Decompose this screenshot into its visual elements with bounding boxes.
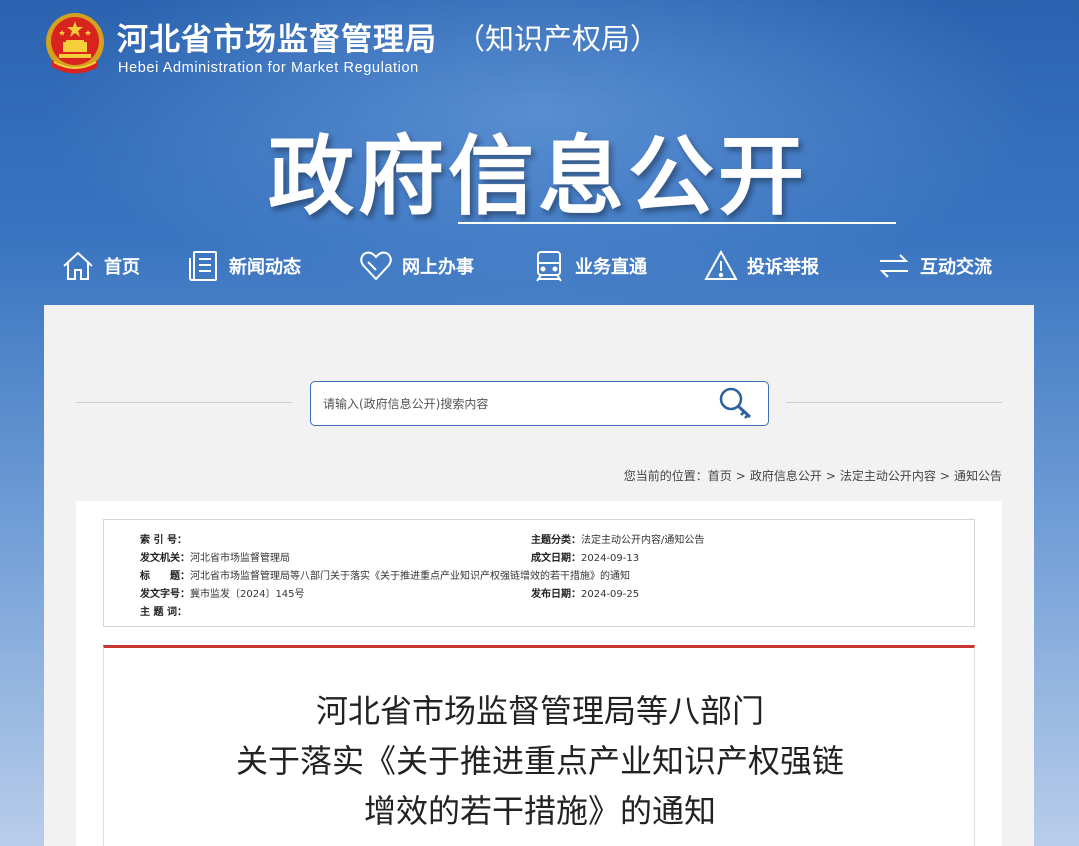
article-card: 索 引 号： 发文机关：河北省市场监督管理局 标 题：河北省市场监督管理局等八部… xyxy=(76,501,1002,846)
meta-issuer: 发文机关：河北省市场监督管理局 xyxy=(140,549,290,564)
banner-title: 政府信息公开 xyxy=(268,127,808,227)
search-box xyxy=(310,381,769,426)
document-body: 河北省市场监督管理局等八部门 关于落实《关于推进重点产业知识产权强链 增效的若干… xyxy=(103,645,975,846)
meta-value: 河北省市场监督管理局 xyxy=(190,553,290,564)
document-title: 河北省市场监督管理局等八部门 关于落实《关于推进重点产业知识产权强链 增效的若干… xyxy=(104,686,976,836)
meta-label: 主题分类： xyxy=(531,535,581,546)
meta-value: 2024-09-13 xyxy=(581,553,640,564)
nav-item-business[interactable]: 业务直通 xyxy=(531,238,647,294)
divider xyxy=(76,402,292,403)
site-title: 河北省市场监督管理局 xyxy=(117,22,437,58)
meta-title: 标 题：河北省市场监督管理局等八部门关于落实《关于推进重点产业知识产权强链增效的… xyxy=(140,567,630,582)
breadcrumb-item-notices[interactable]: 通知公告 xyxy=(954,469,1002,483)
meta-value: 2024-09-25 xyxy=(581,589,640,600)
meta-value: 冀市监发〔2024〕145号 xyxy=(190,589,305,600)
key-search-icon xyxy=(719,387,752,419)
meta-value: 法定主动公开内容/通知公告 xyxy=(581,535,705,546)
meta-label: 发文机关： xyxy=(140,553,190,564)
search-button[interactable] xyxy=(717,385,757,423)
nav-label: 业务直通 xyxy=(575,257,647,278)
meta-label: 发文字号： xyxy=(140,589,190,600)
meta-label: 主 题 词： xyxy=(140,607,187,618)
national-emblem-icon xyxy=(46,13,104,74)
main-panel: 您当前的位置：首页>政府信息公开>法定主动公开内容>通知公告 索 引 号： 发文… xyxy=(44,305,1034,846)
warning-icon xyxy=(704,249,738,280)
meta-doc-number: 发文字号：冀市监发〔2024〕145号 xyxy=(140,585,305,600)
home-icon xyxy=(63,251,93,280)
nav-item-complaint[interactable]: 投诉举报 xyxy=(703,238,819,294)
search-input[interactable] xyxy=(323,392,703,416)
breadcrumb-separator: > xyxy=(939,469,950,483)
breadcrumb-separator: > xyxy=(735,469,746,483)
nav-item-home[interactable]: 首页 xyxy=(60,238,140,294)
breadcrumb-prefix: 您当前的位置： xyxy=(623,469,708,483)
nav-label: 投诉举报 xyxy=(747,257,819,278)
meta-label: 发布日期： xyxy=(531,589,581,600)
meta-created-date: 成文日期：2024-09-13 xyxy=(531,549,639,564)
meta-label: 索 引 号： xyxy=(140,535,187,546)
site-header: 河北省市场监督管理局 （知识产权局） Hebei Administration … xyxy=(0,0,1079,305)
meta-index: 索 引 号： xyxy=(140,531,187,546)
meta-value: 河北省市场监督管理局等八部门关于落实《关于推进重点产业知识产权强链增效的若干措施… xyxy=(190,571,630,582)
document-title-line: 增效的若干措施》的通知 xyxy=(363,792,716,830)
document-title-line: 关于落实《关于推进重点产业知识产权强链 xyxy=(235,742,844,780)
exchange-icon xyxy=(879,254,909,278)
meta-label: 标 题： xyxy=(140,571,190,582)
site-subtitle: （知识产权局） xyxy=(456,22,660,56)
train-icon xyxy=(536,251,562,282)
heart-icon xyxy=(360,251,392,281)
banner-underline xyxy=(458,222,896,224)
meta-published-date: 发布日期：2024-09-25 xyxy=(531,585,639,600)
breadcrumb-item-statutory[interactable]: 法定主动公开内容 xyxy=(840,469,936,483)
divider xyxy=(786,402,1002,403)
news-icon xyxy=(189,251,217,281)
breadcrumb-item-home[interactable]: 首页 xyxy=(708,469,732,483)
meta-keywords: 主 题 词： xyxy=(140,603,187,618)
breadcrumb-separator: > xyxy=(825,469,836,483)
nav-label: 首页 xyxy=(104,257,140,278)
breadcrumb-item-gov-info[interactable]: 政府信息公开 xyxy=(750,469,822,483)
nav-label: 互动交流 xyxy=(920,257,992,278)
main-nav: 首页 新闻动态 网上办事 业务直通 投诉举报 互动交流 xyxy=(0,238,1079,294)
nav-item-interaction[interactable]: 互动交流 xyxy=(876,238,992,294)
meta-category: 主题分类：法定主动公开内容/通知公告 xyxy=(531,531,704,546)
breadcrumb: 您当前的位置：首页 > 政府信息公开 > 法定主动公开内容 > 通知公告 xyxy=(624,467,1002,484)
nav-label: 新闻动态 xyxy=(229,257,301,278)
nav-item-news[interactable]: 新闻动态 xyxy=(185,238,301,294)
nav-label: 网上办事 xyxy=(402,257,474,278)
document-title-line: 河北省市场监督管理局等八部门 xyxy=(315,692,764,730)
site-title-english: Hebei Administration for Market Regulati… xyxy=(118,60,419,76)
meta-label: 成文日期： xyxy=(531,553,581,564)
document-metadata: 索 引 号： 发文机关：河北省市场监督管理局 标 题：河北省市场监督管理局等八部… xyxy=(103,519,975,627)
nav-item-online-service[interactable]: 网上办事 xyxy=(358,238,474,294)
